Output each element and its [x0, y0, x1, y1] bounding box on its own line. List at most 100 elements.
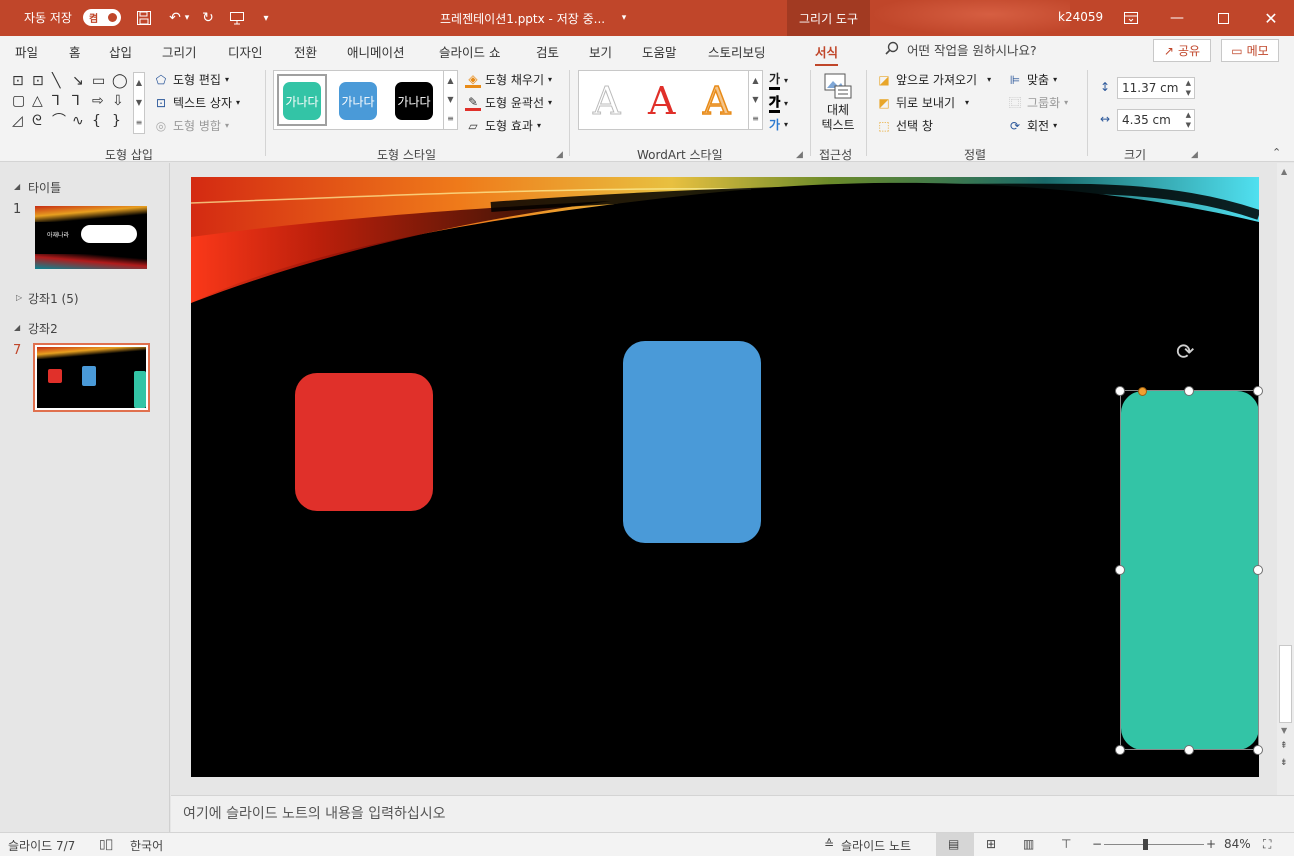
tab-review[interactable]: 검토 — [536, 42, 559, 61]
tab-storyboarding[interactable]: 스토리보딩 — [708, 42, 766, 61]
wordart-style-red[interactable]: A — [648, 79, 675, 123]
elbow-connector-shape-icon[interactable]: ⅂ — [52, 94, 60, 108]
notes-pane[interactable]: 여기에 슬라이드 노트의 내용을 입력하십시오 — [171, 795, 1294, 832]
group-button[interactable]: ⿴ 그룹화 ▾ — [1007, 94, 1068, 111]
shapes-gallery-scroll[interactable]: ▲ ▼ ≡ — [133, 72, 145, 134]
resize-handle-bottom-left[interactable] — [1115, 745, 1125, 755]
style-swatch-teal[interactable]: 가나다 — [283, 82, 321, 120]
zoom-slider-thumb[interactable] — [1143, 839, 1149, 850]
wordart-style-plain[interactable]: A — [592, 79, 620, 124]
shape-effects-button[interactable]: ▱ 도형 효과 ▾ — [465, 117, 541, 134]
merge-shapes-button[interactable]: ◎ 도형 병합 ▾ — [153, 117, 229, 134]
shape-outline-button[interactable]: ✎ 도형 윤곽선 ▾ — [465, 94, 552, 111]
down-arrow-shape-icon[interactable]: ⇩ — [112, 94, 124, 108]
resize-handle-right[interactable] — [1253, 565, 1263, 575]
slide-show-icon[interactable]: ⊤ — [1061, 837, 1071, 851]
freeform-shape-icon[interactable]: ◿ — [12, 114, 23, 128]
text-fill-button[interactable]: 가 ▾ — [769, 70, 788, 90]
tab-file[interactable]: 파일 — [15, 42, 38, 61]
shapes-gallery[interactable]: ⊡ ⊡ ╲ ↘ ▭ ◯ ▢ △ ⅂ ⅂ ⇨ ⇩ ◿ ᘓ ⌒ ∿ { } — [10, 72, 146, 134]
text-box-button[interactable]: ⊡ 텍스트 상자 ▾ — [153, 94, 240, 111]
curve-shape-icon[interactable]: ∿ — [72, 114, 84, 128]
tab-design[interactable]: 디자인 — [228, 42, 263, 61]
save-icon[interactable] — [132, 6, 156, 30]
title-dropdown-icon[interactable]: ▾ — [612, 6, 636, 30]
scroll-up-icon[interactable]: ▲ — [1281, 167, 1287, 176]
presentation-icon[interactable] — [225, 6, 249, 30]
dialog-launcher-icon[interactable]: ◢ — [1191, 150, 1198, 160]
rectangle-shape-icon[interactable]: ▭ — [92, 74, 105, 88]
dialog-launcher-icon[interactable]: ◢ — [796, 150, 803, 160]
close-icon[interactable]: ✕ — [1248, 0, 1294, 36]
style-swatch-black[interactable]: 가나다 — [395, 82, 433, 120]
bring-forward-button[interactable]: ◪ 앞으로 가져오기 ▾ — [876, 71, 991, 88]
edit-shape-button[interactable]: ⬠ 도형 편집 ▾ — [153, 71, 229, 88]
text-box-shape-icon[interactable]: ⊡ — [12, 74, 24, 88]
adjust-corner-handle[interactable] — [1138, 387, 1147, 396]
rotate-button[interactable]: ⟳ 회전 ▾ — [1007, 117, 1057, 134]
resize-handle-left[interactable] — [1115, 565, 1125, 575]
tab-animations[interactable]: 애니메이션 — [347, 42, 405, 61]
zoom-out-icon[interactable]: − — [1092, 837, 1102, 851]
undo-dropdown-icon[interactable]: ▾ — [181, 6, 193, 30]
zoom-level[interactable]: 84% — [1224, 837, 1251, 851]
rounded-rectangle-shape-icon[interactable]: ▢ — [12, 94, 25, 108]
arrow-line-shape-icon[interactable]: ↘ — [72, 74, 84, 88]
tab-transitions[interactable]: 전환 — [294, 42, 317, 61]
selection-pane-button[interactable]: ⬚ 선택 창 — [876, 117, 933, 134]
line-shape-icon[interactable]: ╲ — [52, 74, 60, 88]
section-lecture1[interactable]: 강좌1 (5) — [28, 290, 79, 307]
previous-slide-icon[interactable]: ⇞ — [1280, 741, 1288, 751]
oval-shape-icon[interactable]: ◯ — [112, 74, 128, 88]
scribble-shape-icon[interactable]: ᘓ — [32, 114, 42, 128]
tab-draw[interactable]: 그리기 — [162, 42, 197, 61]
tell-me-search[interactable]: 어떤 작업을 원하시나요? — [885, 40, 1037, 59]
height-input[interactable]: 11.37 cm ▲ ▼ — [1117, 77, 1195, 99]
redo-icon[interactable]: ↻ — [196, 6, 220, 30]
tab-insert[interactable]: 삽입 — [109, 42, 132, 61]
slide-sorter-icon[interactable]: ⊞ — [986, 837, 996, 851]
language-indicator[interactable]: 한국어 — [130, 837, 163, 854]
notes-toggle-button[interactable]: 슬라이드 노트 — [841, 837, 911, 854]
style-swatch-blue[interactable]: 가나다 — [339, 82, 377, 120]
next-slide-icon[interactable]: ⇟ — [1280, 758, 1288, 768]
slide-canvas[interactable]: ⟳ — [191, 177, 1263, 777]
notes-placeholder[interactable]: 여기에 슬라이드 노트의 내용을 입력하십시오 — [183, 803, 446, 823]
slide-thumbnail-1[interactable]: 아재나라 — [35, 206, 147, 269]
shape-fill-button[interactable]: ◈ 도형 채우기 ▾ — [465, 71, 552, 88]
slide-thumbnail-7-frame[interactable] — [33, 343, 150, 412]
tab-help[interactable]: 도움말 — [642, 42, 677, 61]
section-title[interactable]: 타이틀 — [28, 179, 61, 196]
red-rounded-square[interactable] — [295, 373, 433, 511]
send-backward-button[interactable]: ◩ 뒤로 보내기 ▾ — [876, 94, 969, 111]
align-button[interactable]: ⊫ 맞춤 ▾ — [1007, 71, 1057, 88]
spellcheck-icon[interactable]: ▯⃒ — [99, 837, 113, 851]
reading-view-icon[interactable]: ▥ — [1023, 837, 1034, 851]
zoom-slider-track[interactable] — [1104, 844, 1204, 845]
autosave-toggle[interactable]: 켬 — [83, 9, 121, 26]
slide-thumbnail-7[interactable] — [37, 347, 146, 408]
section-expand-icon[interactable]: ▷ — [16, 293, 22, 302]
comments-button[interactable]: ▭ 메모 — [1221, 39, 1279, 62]
width-input[interactable]: 4.35 cm ▲ ▼ — [1117, 109, 1195, 131]
resize-handle-top-right[interactable] — [1253, 386, 1263, 396]
rotate-handle-icon[interactable]: ⟳ — [1176, 341, 1194, 365]
resize-handle-top-left[interactable] — [1115, 386, 1125, 396]
blue-rounded-rectangle[interactable] — [623, 341, 761, 543]
right-brace-shape-icon[interactable]: } — [112, 114, 121, 128]
dialog-launcher-icon[interactable]: ◢ — [556, 150, 563, 160]
tab-view[interactable]: 보기 — [589, 42, 612, 61]
user-name[interactable]: k24059 — [1058, 10, 1103, 24]
section-lecture2[interactable]: 강좌2 — [28, 320, 58, 337]
collapse-ribbon-icon[interactable]: ⌃ — [1272, 146, 1281, 159]
wordart-style-orange[interactable]: A — [702, 78, 731, 124]
share-button[interactable]: ↗ 공유 — [1153, 39, 1211, 62]
maximize-icon[interactable] — [1200, 0, 1246, 36]
resize-handle-bottom-right[interactable] — [1253, 745, 1263, 755]
resize-handle-bottom[interactable] — [1184, 745, 1194, 755]
tab-home[interactable]: 홈 — [69, 42, 81, 61]
right-arrow-shape-icon[interactable]: ⇨ — [92, 94, 104, 108]
text-effects-button[interactable]: 가 ▾ — [769, 116, 788, 133]
text-outline-button[interactable]: 가 ▾ — [769, 93, 788, 113]
left-brace-shape-icon[interactable]: { — [92, 114, 101, 128]
